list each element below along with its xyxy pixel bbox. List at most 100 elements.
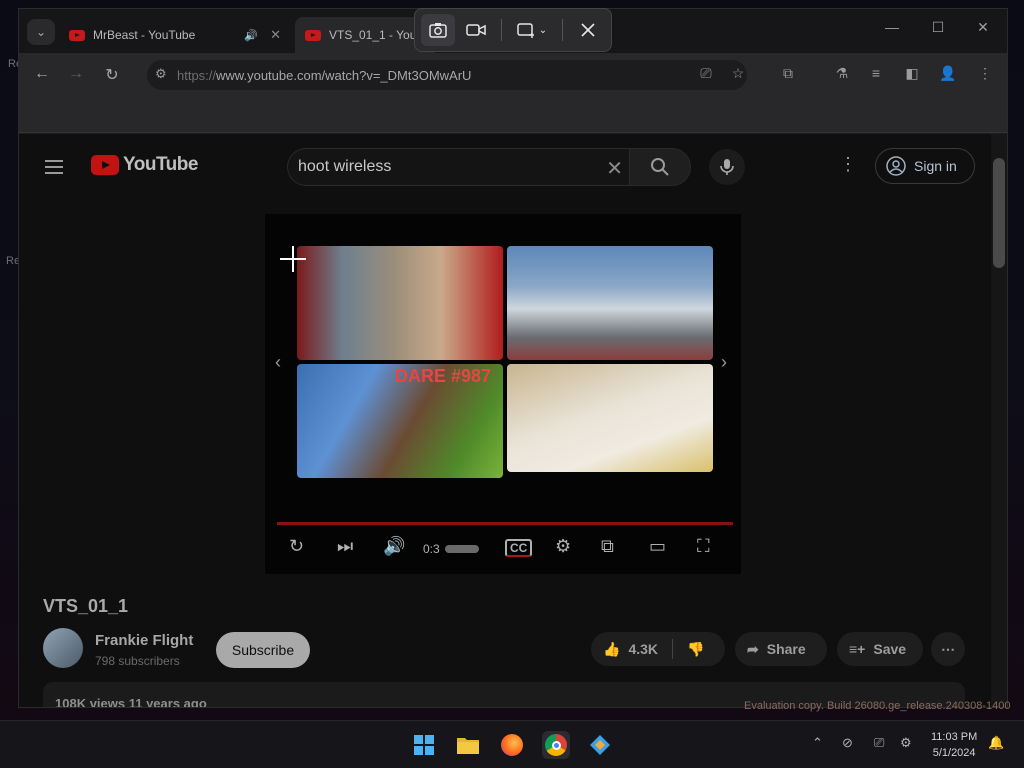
minimize-icon[interactable]: — xyxy=(877,19,907,35)
endscreen-thumbnail[interactable] xyxy=(297,246,503,360)
settings-gear-icon[interactable]: ⚙ xyxy=(555,536,571,557)
thumbnail-title: DARE #987 xyxy=(395,366,492,386)
screenshot-mode-button[interactable] xyxy=(421,14,455,46)
chrome-logo-icon xyxy=(545,734,567,756)
microphone-icon xyxy=(720,159,734,175)
extensions-icon[interactable]: ⧉ xyxy=(777,65,799,82)
thumbs-down-icon[interactable]: 👎 xyxy=(687,641,704,658)
menu-kebab-icon[interactable]: ⋮ xyxy=(974,65,996,82)
endscreen-thumbnail[interactable] xyxy=(507,246,713,360)
speaker-icon[interactable]: 🔊 xyxy=(244,29,258,42)
back-arrow-icon[interactable]: ← xyxy=(31,65,53,83)
firefox-icon[interactable] xyxy=(498,731,526,759)
forward-arrow-icon[interactable]: → xyxy=(65,65,87,83)
views-and-date: 108K views 11 years ago xyxy=(55,696,207,708)
notification-bell-icon[interactable]: 🔔 xyxy=(988,735,1004,751)
volume-slider[interactable] xyxy=(445,545,479,553)
tab-search-button[interactable]: ⌄ xyxy=(27,19,55,45)
media-control-icon[interactable]: ≡ xyxy=(865,65,887,81)
save-button[interactable]: ≡+ Save xyxy=(837,632,923,666)
cast-icon[interactable]: ⎚ xyxy=(695,65,717,82)
captions-icon[interactable]: CC xyxy=(505,539,533,557)
video-player[interactable]: DARE #987 ‹ › ↻ ⏭ 🔊 0:3 CC ⚙ ⧉ ▭ ⛶ xyxy=(265,214,741,574)
youtube-favicon-icon xyxy=(69,29,85,41)
progress-bar[interactable] xyxy=(277,522,733,525)
youtube-favicon-icon xyxy=(305,29,321,41)
divider xyxy=(562,19,563,41)
side-panel-icon[interactable]: ◧ xyxy=(901,65,923,82)
subscribe-button[interactable]: Subscribe xyxy=(216,632,310,668)
channel-avatar[interactable] xyxy=(43,628,83,668)
maximize-icon[interactable]: ☐ xyxy=(923,19,953,36)
reload-icon[interactable]: ↻ xyxy=(101,65,123,85)
sign-in-button[interactable]: Sign in xyxy=(875,148,975,184)
capture-toolbar: ⌄ xyxy=(414,8,612,52)
diamond-app-icon xyxy=(590,735,610,755)
thumbs-up-icon[interactable]: 👍 xyxy=(603,641,620,658)
more-actions-icon[interactable]: ⋯ xyxy=(931,632,965,666)
share-button[interactable]: ➦ Share xyxy=(735,632,827,666)
chevron-down-icon: ⌄ xyxy=(538,24,548,36)
address-bar[interactable]: ⚙ https://www.youtube.com/watch?v=_DMt3O… xyxy=(147,60,747,90)
playlist-add-icon: ≡+ xyxy=(849,641,866,657)
folder-icon xyxy=(457,738,479,754)
close-icon[interactable]: ✕ xyxy=(270,27,281,43)
close-window-icon[interactable]: ✕ xyxy=(968,19,998,36)
tab-mrbeast[interactable]: MrBeast - YouTube 🔊 ✕ xyxy=(59,17,291,53)
chevron-right-icon[interactable]: › xyxy=(721,352,727,373)
taskbar: ⌃ ⊘ ⎚ ⚙ 11:03 PM 5/1/2024 🔔 xyxy=(0,720,1024,768)
hamburger-menu-icon[interactable] xyxy=(45,160,63,178)
firefox-logo-icon xyxy=(501,734,523,756)
profile-icon[interactable]: 👤 xyxy=(937,65,959,82)
search-button[interactable] xyxy=(629,148,691,186)
settings-kebab-icon[interactable]: ⋮ xyxy=(839,154,857,175)
evaluation-watermark: Evaluation copy. Build 26080.ge_release.… xyxy=(744,700,1011,712)
file-explorer-icon[interactable] xyxy=(454,731,482,759)
like-dislike-group: 👍 4.3K 👎 xyxy=(591,632,725,666)
bookmark-star-icon[interactable]: ☆ xyxy=(727,65,749,82)
scrollbar-thumb[interactable] xyxy=(993,158,1005,268)
site-info-icon[interactable]: ⚙ xyxy=(155,66,167,82)
search-icon xyxy=(651,158,669,176)
display-icon[interactable]: ⎚ xyxy=(874,735,884,751)
clock-date: 5/1/2024 xyxy=(932,747,976,759)
sign-in-label: Sign in xyxy=(914,158,957,174)
snip-shape-dropdown[interactable]: ⌄ xyxy=(510,14,554,46)
theater-mode-icon[interactable]: ▭ xyxy=(649,536,666,557)
network-off-icon[interactable]: ⊘ xyxy=(842,735,853,751)
clear-icon[interactable]: ✕ xyxy=(606,156,623,181)
voice-search-button[interactable] xyxy=(709,149,745,185)
next-icon[interactable]: ⏭ xyxy=(337,536,353,557)
search-input[interactable]: hoot wireless ✕ xyxy=(287,148,629,186)
divider xyxy=(672,639,674,659)
share-label: Share xyxy=(766,641,806,657)
divider xyxy=(501,19,502,41)
close-capture-button[interactable] xyxy=(571,14,605,46)
chevron-left-icon[interactable]: ‹ xyxy=(275,352,281,373)
labs-icon[interactable]: ⚗ xyxy=(831,65,853,82)
chrome-icon[interactable] xyxy=(542,731,570,759)
endscreen-thumbnail[interactable] xyxy=(507,364,713,472)
youtube-logo[interactable]: YouTube xyxy=(91,154,198,176)
video-camera-icon xyxy=(466,24,486,36)
like-count[interactable]: 4.3K xyxy=(628,641,658,657)
replay-icon[interactable]: ↻ xyxy=(289,536,304,557)
miniplayer-icon[interactable]: ⧉ xyxy=(601,536,614,557)
subscriber-count: 798 subscribers xyxy=(95,654,180,668)
account-icon xyxy=(886,156,906,176)
start-button[interactable] xyxy=(410,731,438,759)
clock[interactable]: 11:03 PM 5/1/2024 xyxy=(931,729,977,761)
show-hidden-icons-icon[interactable]: ⌃ xyxy=(812,735,823,751)
fullscreen-icon[interactable]: ⛶ xyxy=(697,536,710,557)
close-icon xyxy=(581,23,595,37)
endscreen-thumbnail[interactable]: DARE #987 xyxy=(297,364,503,478)
url-prefix: https:// xyxy=(177,67,217,83)
crosshair-cursor xyxy=(280,246,306,272)
channel-name[interactable]: Frankie Flight xyxy=(95,632,193,649)
tab-title: MrBeast - YouTube xyxy=(93,28,196,42)
rectangle-snip-icon xyxy=(517,23,534,38)
video-mode-button[interactable] xyxy=(459,14,493,46)
app-icon[interactable] xyxy=(586,731,614,759)
volume-icon[interactable]: 🔊 xyxy=(383,536,405,557)
settings-icon[interactable]: ⚙ xyxy=(900,735,912,751)
